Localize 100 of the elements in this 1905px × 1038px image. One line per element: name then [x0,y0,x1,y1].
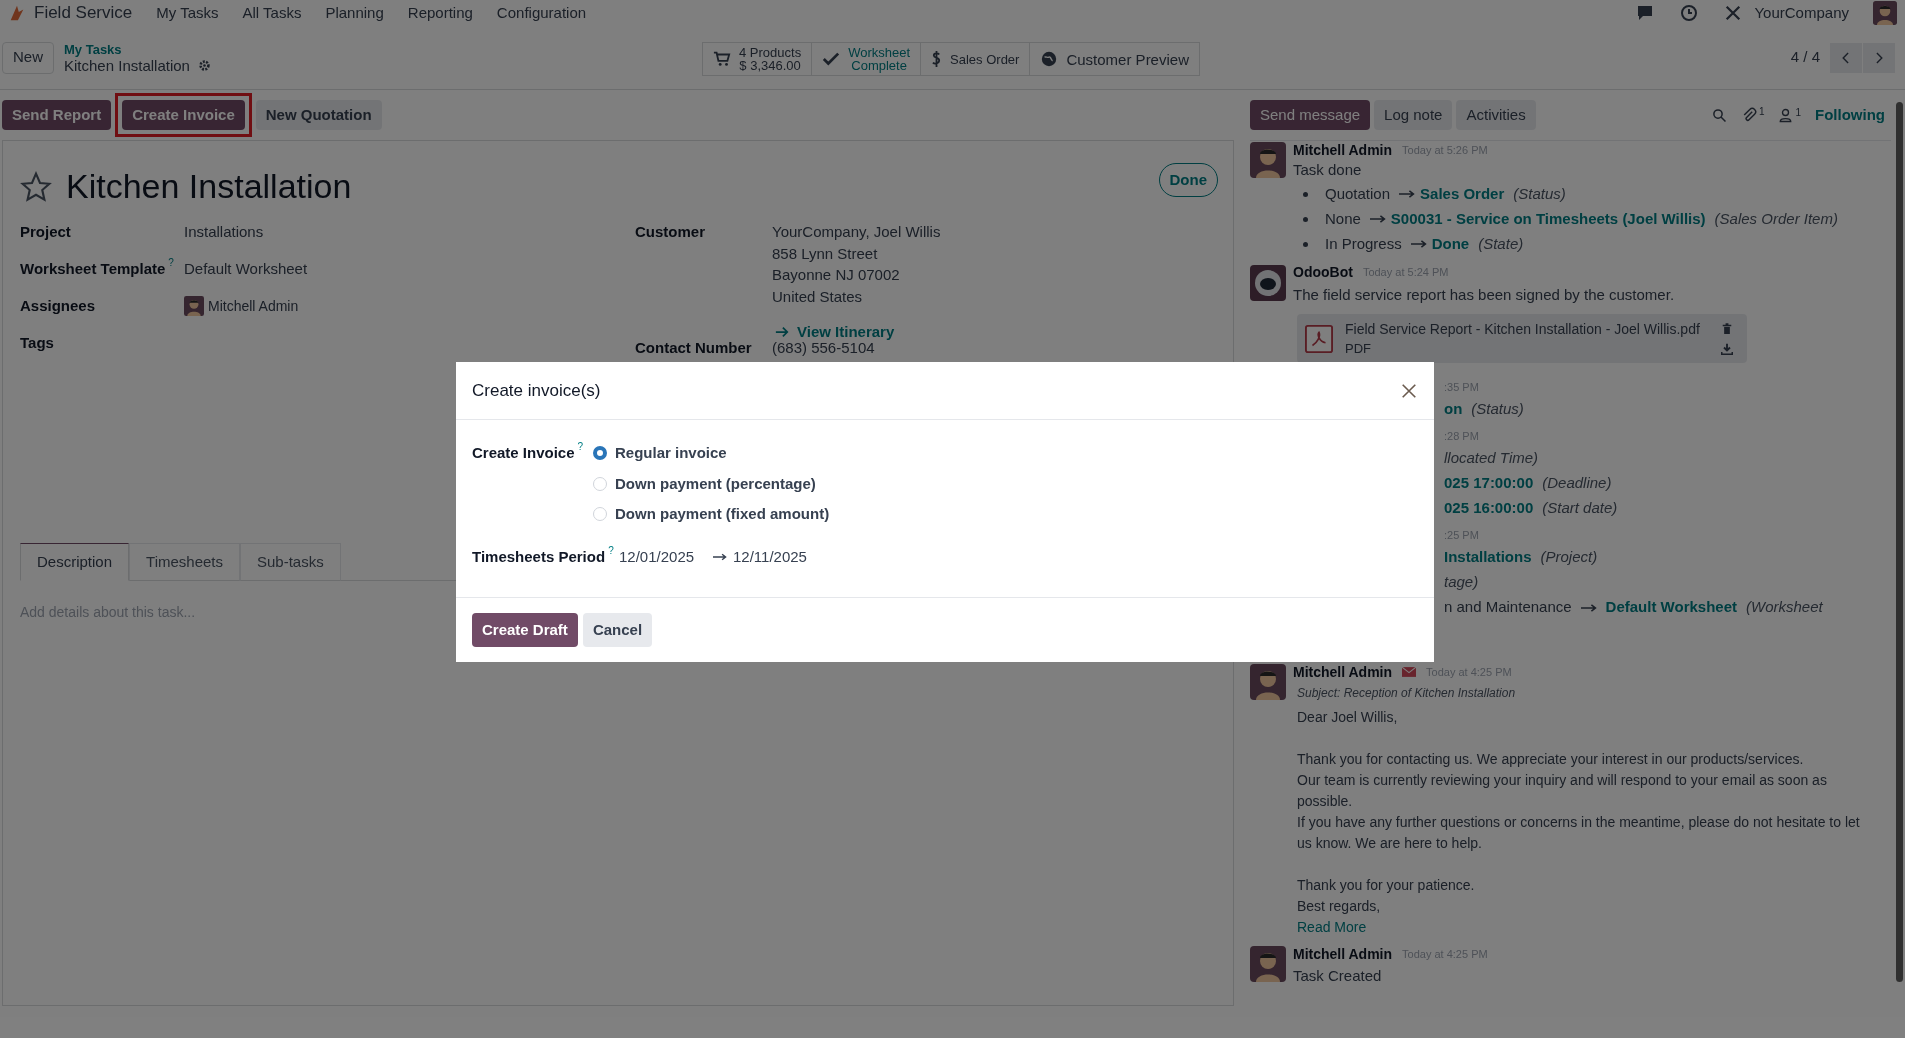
menu-item[interactable]: My Tasks [156,1,219,25]
email-paragraph: Thank you for your patience. [1297,876,1476,895]
arrow-icon [713,552,727,561]
logo-icon[interactable] [8,4,26,22]
option-label[interactable]: Down payment (fixed amount) [615,503,830,526]
smart-button[interactable]: Worksheet Complete [811,43,921,75]
field-value[interactable]: Installations [184,220,264,244]
tab[interactable]: Sub-tasks [240,543,341,581]
follow-button[interactable]: Following [1815,103,1885,127]
smart-button[interactable]: Customer Preview [1029,43,1199,75]
new-value-link[interactable]: S00031 - Service on Timesheets (Joel Willis) [1390,207,1706,231]
action-button[interactable]: Send Report [2,100,112,130]
dialog-title: Create invoice(s) [472,379,602,402]
new-value-link[interactable]: on [1444,398,1463,421]
field-label: Contact Number [635,338,753,358]
email-subject: Subject: Reception of Kitchen Installation [1297,685,1517,702]
field-name: (Status) [1471,399,1524,420]
tab[interactable]: Description [20,543,130,581]
field-value[interactable]: Default Worksheet [184,257,308,281]
trash-icon[interactable] [1722,322,1732,335]
arrow-icon [1399,190,1416,198]
tab[interactable]: Timesheets [129,543,240,581]
old-value: In Progress [1325,233,1402,254]
attachment-type: PDF [1345,339,1372,358]
close-button[interactable] [1400,381,1418,400]
old-value: n and Maintenance [1444,597,1572,618]
dollar-icon [931,50,943,68]
field-name: (State) [1478,233,1524,254]
menu-item[interactable]: Configuration [496,1,587,25]
message-body: Task done [1293,160,1363,180]
option-label[interactable]: Regular invoice [615,442,727,465]
help-mark[interactable]: ? [577,442,584,452]
attachment-card[interactable]: Field Service Report - Kitchen Installation - Joel Willis.pdf PDF [1297,314,1747,363]
field-name: (Sales Order Item) [1714,208,1838,229]
help-mark[interactable]: ? [608,545,614,556]
author-name[interactable]: Mitchell Admin [1293,661,1393,683]
address-line: Bayonne NJ 07002 [772,265,901,285]
company-switcher[interactable]: YourCompany [1754,1,1849,25]
menu-item[interactable]: Reporting [407,1,473,25]
star-icon[interactable] [20,170,52,203]
menu-item[interactable]: Planning [325,1,384,25]
arrow-icon [1580,603,1597,612]
old-value: Quotation [1325,183,1391,204]
search-icon[interactable] [1711,107,1727,123]
followers-button[interactable]: 1 [1778,107,1801,123]
settings-icon[interactable] [197,59,211,72]
author-name[interactable]: Mitchell Admin [1293,139,1393,161]
new-value-link[interactable]: Installations [1444,546,1532,569]
address-line: YourCompany, Joel Willis [772,222,941,242]
menu-item[interactable]: All Tasks [242,1,302,25]
dialog-button[interactable]: Cancel [582,613,653,647]
new-value-link[interactable]: Sales Order [1420,182,1505,206]
action-button[interactable]: New Quotation [255,100,382,130]
option-label[interactable]: Down payment (percentage) [615,472,816,495]
new-value-link[interactable]: Default Worksheet [1605,596,1738,619]
arrow-icon [1410,240,1427,248]
scrollbar-thumb[interactable] [1896,102,1903,982]
check-icon [822,50,841,68]
record-title: Kitchen Installation [64,57,190,74]
chatter-button[interactable]: Send message [1250,100,1371,130]
assignee-name[interactable]: Mitchell Admin [208,295,299,317]
tools-icon[interactable] [1724,4,1743,22]
user-avatar [1250,142,1286,178]
breadcrumb-link[interactable]: My Tasks [64,41,211,58]
chatter-button[interactable]: Activities [1456,100,1536,130]
field-label: Project [20,221,71,242]
action-button[interactable]: Create Invoice [122,100,245,130]
envelope-icon [1402,667,1417,677]
new-value-link[interactable]: 025 17:00:00 [1444,472,1534,495]
help-mark[interactable]: ? [168,257,174,268]
field-label: Assignees [20,295,96,316]
chatter-button[interactable]: Log note [1374,100,1453,130]
radio-button[interactable] [593,446,607,461]
email-paragraph: If you have any further questions or concerns in the meantime, please do not hesitate to let us know. We are here to help. [1297,813,1861,853]
date-field[interactable]: 12/01/2025 [619,545,709,568]
new-button[interactable]: New [2,41,54,74]
bullet-icon [1303,191,1308,197]
attachments-button[interactable]: 1 [1740,107,1765,123]
email-paragraph: Best regards, [1297,897,1382,916]
smart-button[interactable]: Sales Order [920,43,1030,75]
read-more-link[interactable]: Read More [1297,917,1367,938]
new-value-link[interactable]: Done [1431,232,1470,256]
new-value-link[interactable]: 025 16:00:00 [1444,497,1534,520]
email-paragraph: Our team is currently reviewing your inquiry and will respond to your email as soon as possible. [1297,771,1828,811]
field-label: Worksheet Template [20,258,166,279]
dialog-button[interactable]: Create Draft [472,613,578,647]
field-name: (Worksheet [1746,597,1823,618]
smart-button[interactable]: 4 Products $ 3,346.00 [703,43,812,75]
date-field[interactable]: 12/11/2025 [733,545,807,568]
address-line: United States [772,286,864,307]
user-avatar [1250,946,1286,982]
field-label: Tags [20,332,54,353]
author-name[interactable]: Mitchell Admin [1293,943,1393,965]
bot-avatar [1250,264,1286,301]
attachment-name: Field Service Report - Kitchen Installation - Joel Willis.pdf [1345,319,1701,339]
pdf-icon [1305,324,1333,353]
field-name: (Start date) [1542,498,1618,519]
app-name[interactable]: Field Service [34,0,133,26]
download-icon[interactable] [1721,342,1733,355]
author-name[interactable]: OdooBot [1293,262,1353,283]
